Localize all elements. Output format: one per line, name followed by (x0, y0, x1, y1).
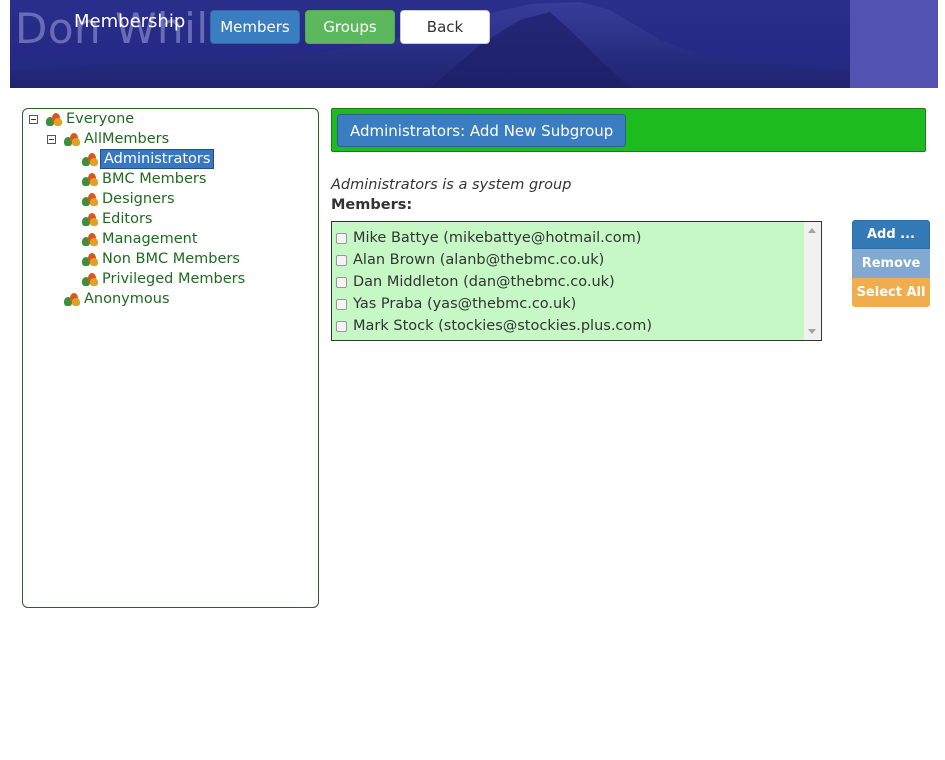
group-icon (82, 172, 98, 186)
list-item[interactable]: Mike Battye (mikebattye@hotmail.com) (336, 228, 641, 248)
tree-node-label[interactable]: AllMembers (82, 130, 171, 148)
group-icon (82, 252, 98, 266)
collapse-icon[interactable] (29, 114, 38, 124)
group-icon (46, 112, 62, 126)
member-checkbox[interactable] (336, 254, 347, 266)
group-icon (64, 132, 80, 146)
list-item[interactable]: Mark Stock (stockies@stockies.plus.com) (336, 316, 652, 336)
member-checkbox[interactable] (336, 320, 347, 332)
groups-nav-button[interactable]: Groups (305, 10, 395, 44)
tree-node-allmembers[interactable]: AllMembers (47, 129, 171, 149)
tree-node-anonymous[interactable]: Anonymous (64, 289, 172, 309)
member-name: Mark Stock (stockies@stockies.plus.com) (353, 318, 653, 334)
tree-node-label[interactable]: Editors (100, 210, 154, 228)
scroll-up-icon[interactable] (808, 228, 816, 233)
add-subgroup-button[interactable]: Administrators: Add New Subgroup (337, 114, 627, 147)
member-name: Alan Brown (alanb@thebmc.co.uk) (353, 252, 605, 268)
members-label: Members: (331, 197, 413, 213)
group-icon (82, 232, 98, 246)
tree-node-privileged-members[interactable]: Privileged Members (82, 269, 247, 289)
tree-node-designers[interactable]: Designers (82, 189, 177, 209)
tree-node-administrators[interactable]: Administrators (82, 149, 215, 169)
add-member-button[interactable]: Add ... (852, 220, 930, 249)
member-name: Yas Praba (yas@thebmc.co.uk) (353, 296, 577, 312)
tree-node-label[interactable]: Management (100, 230, 200, 248)
group-icon (82, 212, 98, 226)
subgroup-toolbar: Administrators: Add New Subgroup (331, 108, 926, 152)
member-checkbox[interactable] (336, 276, 347, 288)
member-checkbox[interactable] (336, 298, 347, 310)
system-group-note: Administrators is a system group (331, 177, 572, 193)
section-title: Membership (74, 11, 186, 32)
group-icon (82, 192, 98, 206)
tree-node-label[interactable]: Privileged Members (100, 270, 247, 288)
tree-node-bmc-members[interactable]: BMC Members (82, 169, 208, 189)
group-icon (64, 292, 80, 306)
tree-node-label[interactable]: Non BMC Members (100, 250, 242, 268)
tree-node-label[interactable]: Everyone (64, 110, 136, 128)
select-all-button[interactable]: Select All (852, 278, 930, 307)
member-checkbox[interactable] (336, 232, 347, 244)
group-icon (82, 152, 98, 166)
list-item[interactable]: Alan Brown (alanb@thebmc.co.uk) (336, 250, 604, 270)
tree-node-everyone[interactable]: Everyone (29, 109, 136, 129)
member-name: Mike Battye (mikebattye@hotmail.com) (353, 230, 642, 246)
members-nav-button[interactable]: Members (210, 10, 300, 44)
collapse-icon[interactable] (47, 134, 56, 144)
tree-node-label[interactable]: BMC Members (100, 170, 208, 188)
header-banner: Don Whilla Membership Members Groups Bac… (10, 0, 938, 88)
tree-node-management[interactable]: Management (82, 229, 200, 249)
list-item[interactable]: Dan Middleton (dan@thebmc.co.uk) (336, 272, 615, 292)
group-tree: Everyone AllMembers Administrators BMC M… (22, 108, 319, 608)
tree-node-non-bmc-members[interactable]: Non BMC Members (82, 249, 242, 269)
members-scrollbar[interactable] (804, 222, 821, 340)
member-name: Dan Middleton (dan@thebmc.co.uk) (353, 274, 615, 290)
back-button[interactable]: Back (400, 10, 490, 44)
tree-node-label[interactable]: Administrators (100, 149, 215, 169)
tree-node-label[interactable]: Designers (100, 190, 177, 208)
remove-member-button[interactable]: Remove (852, 249, 930, 278)
tree-node-label[interactable]: Anonymous (82, 290, 172, 308)
members-list[interactable]: Mike Battye (mikebattye@hotmail.com) Ala… (331, 221, 822, 341)
list-item[interactable]: Yas Praba (yas@thebmc.co.uk) (336, 294, 576, 314)
scroll-down-icon[interactable] (808, 329, 816, 334)
header-right-panel (850, 0, 938, 88)
tree-node-editors[interactable]: Editors (82, 209, 154, 229)
group-icon (82, 272, 98, 286)
